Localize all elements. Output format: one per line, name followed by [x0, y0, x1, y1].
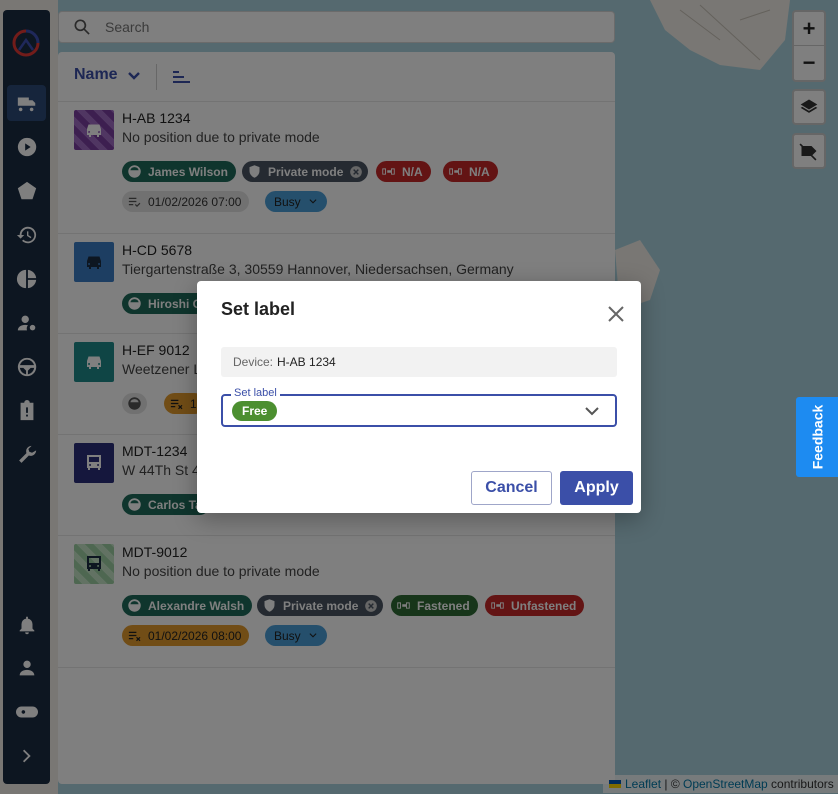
dropdown-toggle[interactable] [583, 402, 601, 420]
selected-label-chip: Free [232, 401, 278, 421]
device-field: Device: H-AB 1234 [221, 347, 617, 377]
dialog-title: Set label [221, 299, 296, 319]
close-icon [608, 306, 624, 322]
chevron-down-icon [585, 407, 599, 416]
cancel-button[interactable]: Cancel [471, 471, 552, 505]
close-button[interactable] [605, 303, 627, 325]
feedback-tab[interactable]: Feedback [796, 397, 838, 477]
label-select[interactable]: Set label Free [221, 387, 617, 427]
apply-button[interactable]: Apply [560, 471, 633, 505]
set-label-dialog: Set label Device: H-AB 1234 Set label Fr… [197, 281, 641, 513]
select-label: Set label [231, 387, 280, 399]
